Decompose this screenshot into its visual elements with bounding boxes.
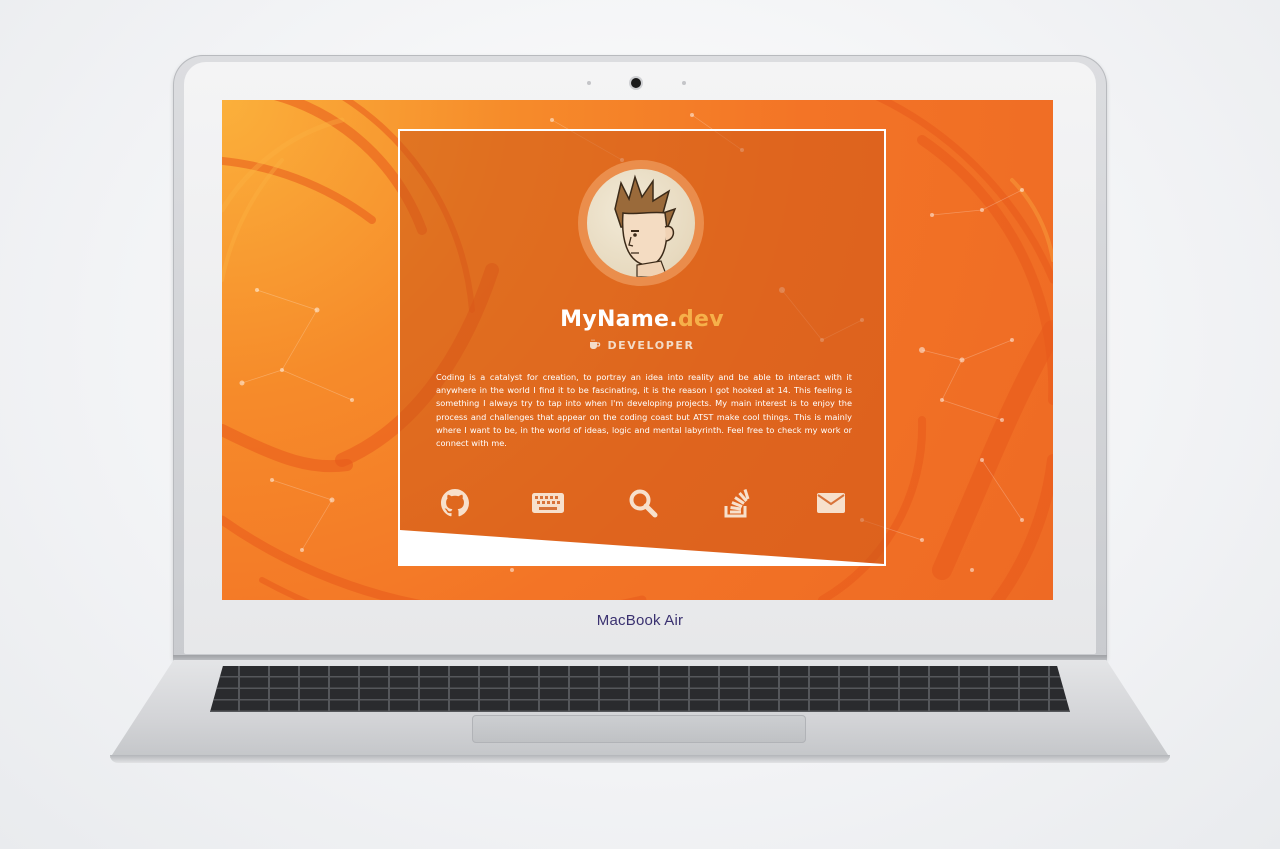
laptop-keyboard [210,666,1070,712]
profile-name: MyName.dev [400,307,884,332]
envelope-icon[interactable] [814,486,848,520]
profile-role: DEVELOPER [400,339,884,353]
keyboard-icon[interactable] [531,486,565,520]
social-links [400,486,884,520]
light-sensor [587,81,591,85]
light-sensor [682,81,686,85]
avatar [578,160,704,286]
profile-bio: Coding is a catalyst for creation, to po… [436,372,852,449]
laptop-brand-label: MacBook Air [596,612,684,629]
name-main: MyName. [560,307,678,332]
role-label: DEVELOPER [607,339,695,352]
webcam [631,78,641,88]
github-icon[interactable] [438,486,472,520]
laptop-base-edge [110,755,1170,763]
avatar-portrait [587,169,695,277]
stackoverflow-icon[interactable] [720,486,754,520]
name-accent: dev [677,307,724,332]
laptop-trackpad [472,715,806,743]
laptop-screen: MyName.dev DEVELOPER Coding is a catalys… [222,100,1053,600]
card-diagonal-footer [400,530,884,564]
profile-card: MyName.dev DEVELOPER Coding is a catalys… [398,129,886,566]
search-icon[interactable] [626,486,660,520]
coffee-icon [589,339,601,353]
